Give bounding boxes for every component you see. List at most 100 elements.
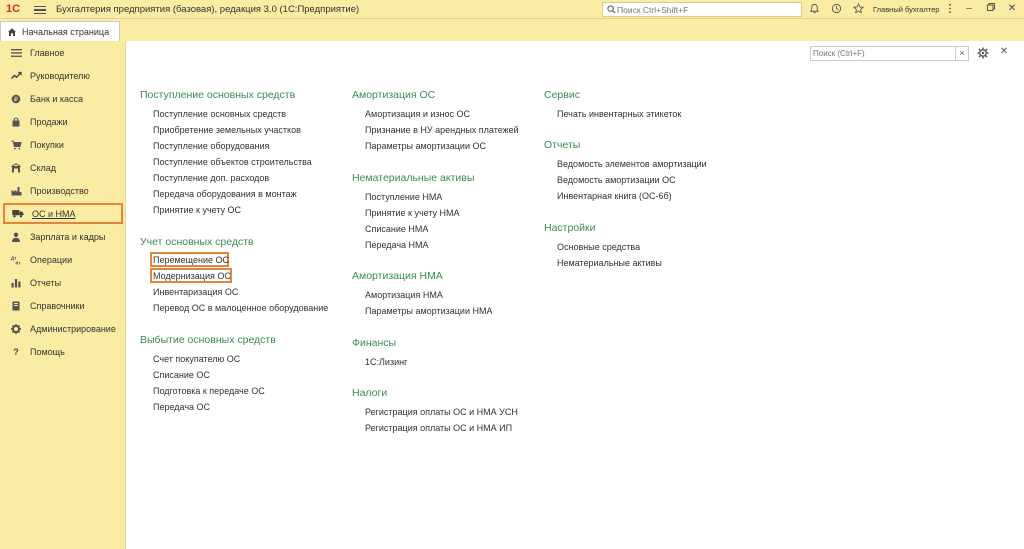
group-title: Отчеты bbox=[544, 139, 581, 151]
sidebar-item-administration[interactable]: Администрирование bbox=[3, 318, 123, 339]
link-os-receipt[interactable]: Поступление основных средств bbox=[153, 109, 286, 119]
link-depr-elements-report[interactable]: Ведомость элементов амортизации bbox=[557, 159, 707, 169]
link-nma-transfer[interactable]: Передача НМА bbox=[365, 240, 429, 250]
sidebar-item-warehouse[interactable]: Склад bbox=[3, 157, 123, 178]
link-os-depr-params[interactable]: Параметры амортизации ОС bbox=[365, 141, 486, 151]
sidebar-item-main[interactable]: Главное bbox=[3, 42, 123, 63]
sidebar-item-label: Отчеты bbox=[30, 277, 62, 288]
group-title: Учет основных средств bbox=[140, 236, 254, 248]
link-os-handover[interactable]: Передача ОС bbox=[153, 402, 210, 412]
sidebar-item-fixed-assets[interactable]: ОС и НМА bbox=[3, 203, 123, 224]
link-extra-costs[interactable]: Поступление доп. расходов bbox=[153, 173, 269, 183]
bag-icon bbox=[10, 116, 22, 128]
sidebar-item-label: Операции bbox=[30, 254, 73, 265]
link-os-modernization[interactable]: Модернизация ОС bbox=[153, 271, 231, 281]
link-os-depreciation[interactable]: Амортизация и износ ОС bbox=[365, 109, 470, 119]
link-os-writeoff[interactable]: Списание ОС bbox=[153, 370, 210, 380]
tab-home-label: Начальная страница bbox=[22, 26, 110, 37]
link-leasing[interactable]: 1С:Лизинг bbox=[365, 357, 407, 367]
app-logo: 1С bbox=[6, 3, 21, 15]
sidebar-item-label: Покупки bbox=[30, 139, 64, 150]
link-nma-writeoff[interactable]: Списание НМА bbox=[365, 224, 428, 234]
sidebar-item-director[interactable]: Руководителю bbox=[3, 65, 123, 86]
main-content: × ✕ Поступление основных средств Поступл… bbox=[127, 41, 1024, 549]
tab-home[interactable]: Начальная страница bbox=[0, 21, 120, 41]
sidebar-item-label: Банк и касса bbox=[30, 93, 83, 104]
link-os-depr-report[interactable]: Ведомость амортизации ОС bbox=[557, 175, 676, 185]
sidebar-item-help[interactable]: ? Помощь bbox=[3, 341, 123, 362]
group-title: Нематериальные активы bbox=[352, 172, 475, 184]
sidebar-item-production[interactable]: Производство bbox=[3, 180, 123, 201]
link-os-acceptance[interactable]: Принятие к учету ОС bbox=[153, 205, 241, 215]
link-nma-depreciation[interactable]: Амортизация НМА bbox=[365, 290, 443, 300]
sidebar-item-label: ОС и НМА bbox=[32, 208, 76, 219]
minimize-icon[interactable]: – bbox=[963, 3, 975, 15]
link-construction-receipt[interactable]: Поступление объектов строительства bbox=[153, 157, 312, 167]
link-nma-depr-params[interactable]: Параметры амортизации НМА bbox=[365, 306, 492, 316]
title-bar: 1С Бухгалтерия предприятия (базовая), ре… bbox=[0, 0, 1024, 19]
sidebar-item-reports[interactable]: Отчеты bbox=[3, 272, 123, 293]
link-os-invoice[interactable]: Счет покупателю ОС bbox=[153, 354, 240, 364]
search-icon bbox=[607, 5, 616, 14]
link-land-purchase[interactable]: Приобретение земельных участков bbox=[153, 125, 301, 135]
truck-icon bbox=[12, 208, 24, 220]
coin-icon: ₽ bbox=[10, 93, 22, 105]
person-icon bbox=[10, 231, 22, 243]
link-os-to-low-value[interactable]: Перевод ОС в малоценное оборудование bbox=[153, 303, 328, 313]
link-nma-receipt[interactable]: Поступление НМА bbox=[365, 192, 442, 202]
question-icon: ? bbox=[13, 346, 19, 357]
more-menu-icon[interactable] bbox=[943, 3, 956, 16]
book-icon bbox=[10, 300, 22, 312]
sidebar-item-purchases[interactable]: Покупки bbox=[3, 134, 123, 155]
bell-icon[interactable] bbox=[808, 3, 821, 16]
bar-chart-icon bbox=[10, 277, 22, 289]
link-settings-os[interactable]: Основные средства bbox=[557, 242, 640, 252]
sidebar-item-label: Продажи bbox=[30, 116, 68, 127]
history-icon[interactable] bbox=[830, 3, 843, 16]
app-title: Бухгалтерия предприятия (базовая), редак… bbox=[56, 4, 360, 15]
restore-icon[interactable] bbox=[985, 3, 997, 15]
list-icon bbox=[10, 47, 22, 59]
link-lease-payments[interactable]: Признание в НУ арендных платежей bbox=[365, 125, 519, 135]
close-page-icon[interactable]: ✕ bbox=[999, 46, 1009, 58]
sidebar-item-operations[interactable]: Дт Кт Операции bbox=[3, 249, 123, 270]
content-search-box[interactable]: × bbox=[810, 46, 969, 61]
tab-bar: Начальная страница bbox=[0, 19, 1024, 41]
link-os-transfer[interactable]: Перемещение ОС bbox=[153, 255, 229, 265]
group-title: Настройки bbox=[544, 222, 596, 234]
sidebar-item-bank[interactable]: ₽ Банк и касса bbox=[3, 88, 123, 109]
sidebar-item-salary[interactable]: Зарплата и кадры bbox=[3, 226, 123, 247]
global-search-box[interactable] bbox=[602, 2, 802, 17]
group-title: Амортизация ОС bbox=[352, 89, 436, 101]
link-os-inventory[interactable]: Инвентаризация ОС bbox=[153, 287, 238, 297]
link-print-labels[interactable]: Печать инвентарных этикеток bbox=[557, 109, 681, 119]
sidebar-item-catalogs[interactable]: Справочники bbox=[3, 295, 123, 316]
group-title: Поступление основных средств bbox=[140, 89, 296, 101]
sidebar-item-label: Зарплата и кадры bbox=[30, 231, 106, 242]
settings-gear-icon[interactable] bbox=[977, 47, 989, 59]
link-equipment-receipt[interactable]: Поступление оборудования bbox=[153, 141, 269, 151]
link-os-prep-transfer[interactable]: Подготовка к передаче ОС bbox=[153, 386, 265, 396]
clear-search-icon[interactable]: × bbox=[955, 47, 968, 60]
factory-icon bbox=[10, 185, 22, 197]
dt-kt-icon: Дт Кт bbox=[10, 254, 22, 266]
link-payment-ip[interactable]: Регистрация оплаты ОС и НМА ИП bbox=[365, 423, 512, 433]
group-title: Амортизация НМА bbox=[352, 270, 443, 282]
group-title: Налоги bbox=[352, 387, 388, 399]
link-nma-acceptance[interactable]: Принятие к учету НМА bbox=[365, 208, 460, 218]
link-inventory-book[interactable]: Инвентарная книга (ОС-6б) bbox=[557, 191, 672, 201]
window-close-icon[interactable]: ✕ bbox=[1006, 3, 1018, 15]
link-equipment-mounting[interactable]: Передача оборудования в монтаж bbox=[153, 189, 297, 199]
star-icon[interactable] bbox=[852, 2, 865, 16]
link-payment-usn[interactable]: Регистрация оплаты ОС и НМА УСН bbox=[365, 407, 518, 417]
cart-icon bbox=[10, 139, 22, 151]
sidebar-item-label: Руководителю bbox=[30, 70, 91, 81]
current-user[interactable]: Главный бухгалтер bbox=[873, 5, 939, 14]
main-menu-icon[interactable] bbox=[34, 4, 46, 15]
home-icon bbox=[8, 27, 16, 36]
sidebar-item-label: Администрирование bbox=[30, 323, 116, 334]
link-settings-nma[interactable]: Нематериальные активы bbox=[557, 258, 662, 268]
content-search-input[interactable] bbox=[813, 48, 953, 59]
sidebar-item-sales[interactable]: Продажи bbox=[3, 111, 123, 132]
global-search-input[interactable] bbox=[617, 4, 799, 15]
